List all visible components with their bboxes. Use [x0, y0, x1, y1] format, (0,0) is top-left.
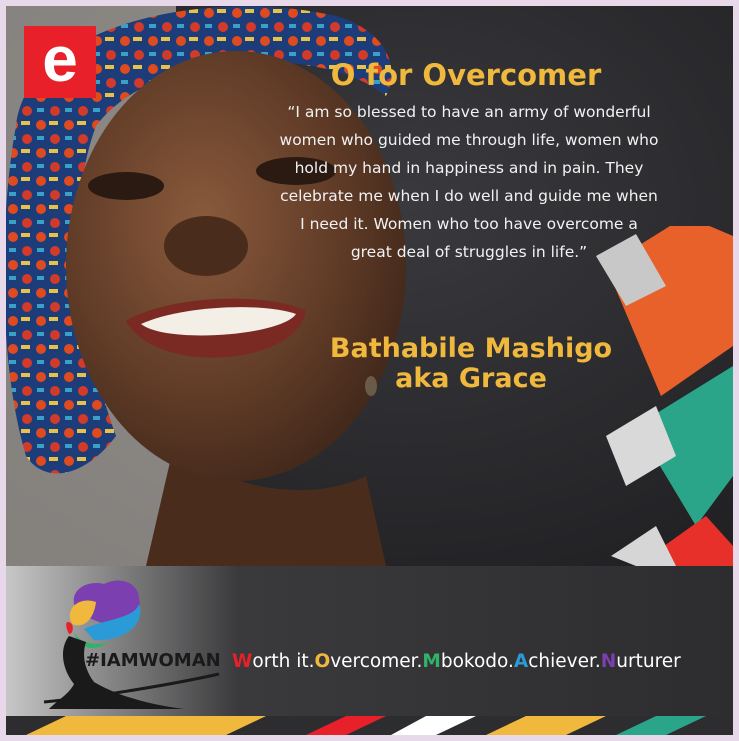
tagline-initial-n: N [600, 651, 617, 672]
tagline-word-3: bokodo. [440, 651, 514, 672]
tagline-initial-a: A [513, 651, 529, 672]
footer-band: #IAMWOMAN Worth it.Overcomer.Mbokodo.Ach… [6, 566, 733, 716]
tagline-word-2: vercomer. [330, 651, 423, 672]
tagline-word-4: chiever. [528, 651, 601, 672]
tagline-word-1: orth it. [252, 651, 315, 672]
tagline: Worth it.Overcomer.Mbokodo.Achiever.Nurt… [232, 651, 681, 672]
hashtag-label: #IAMWOMAN [85, 650, 221, 671]
tagline-initial-m: M [422, 651, 441, 672]
brand-logo[interactable]: e [24, 26, 96, 98]
woman-silhouette-logo [43, 580, 220, 709]
tagline-initial-o: O [314, 651, 331, 672]
bottom-decorative-stripes [6, 716, 733, 735]
poster-title: O for Overcomer [330, 58, 602, 92]
tagline-word-5: urturer [616, 651, 681, 672]
poster: e O for Overcomer “I am so blessed to ha… [6, 6, 733, 735]
tagline-initial-w: W [232, 651, 253, 672]
decorative-stripes [596, 226, 733, 566]
